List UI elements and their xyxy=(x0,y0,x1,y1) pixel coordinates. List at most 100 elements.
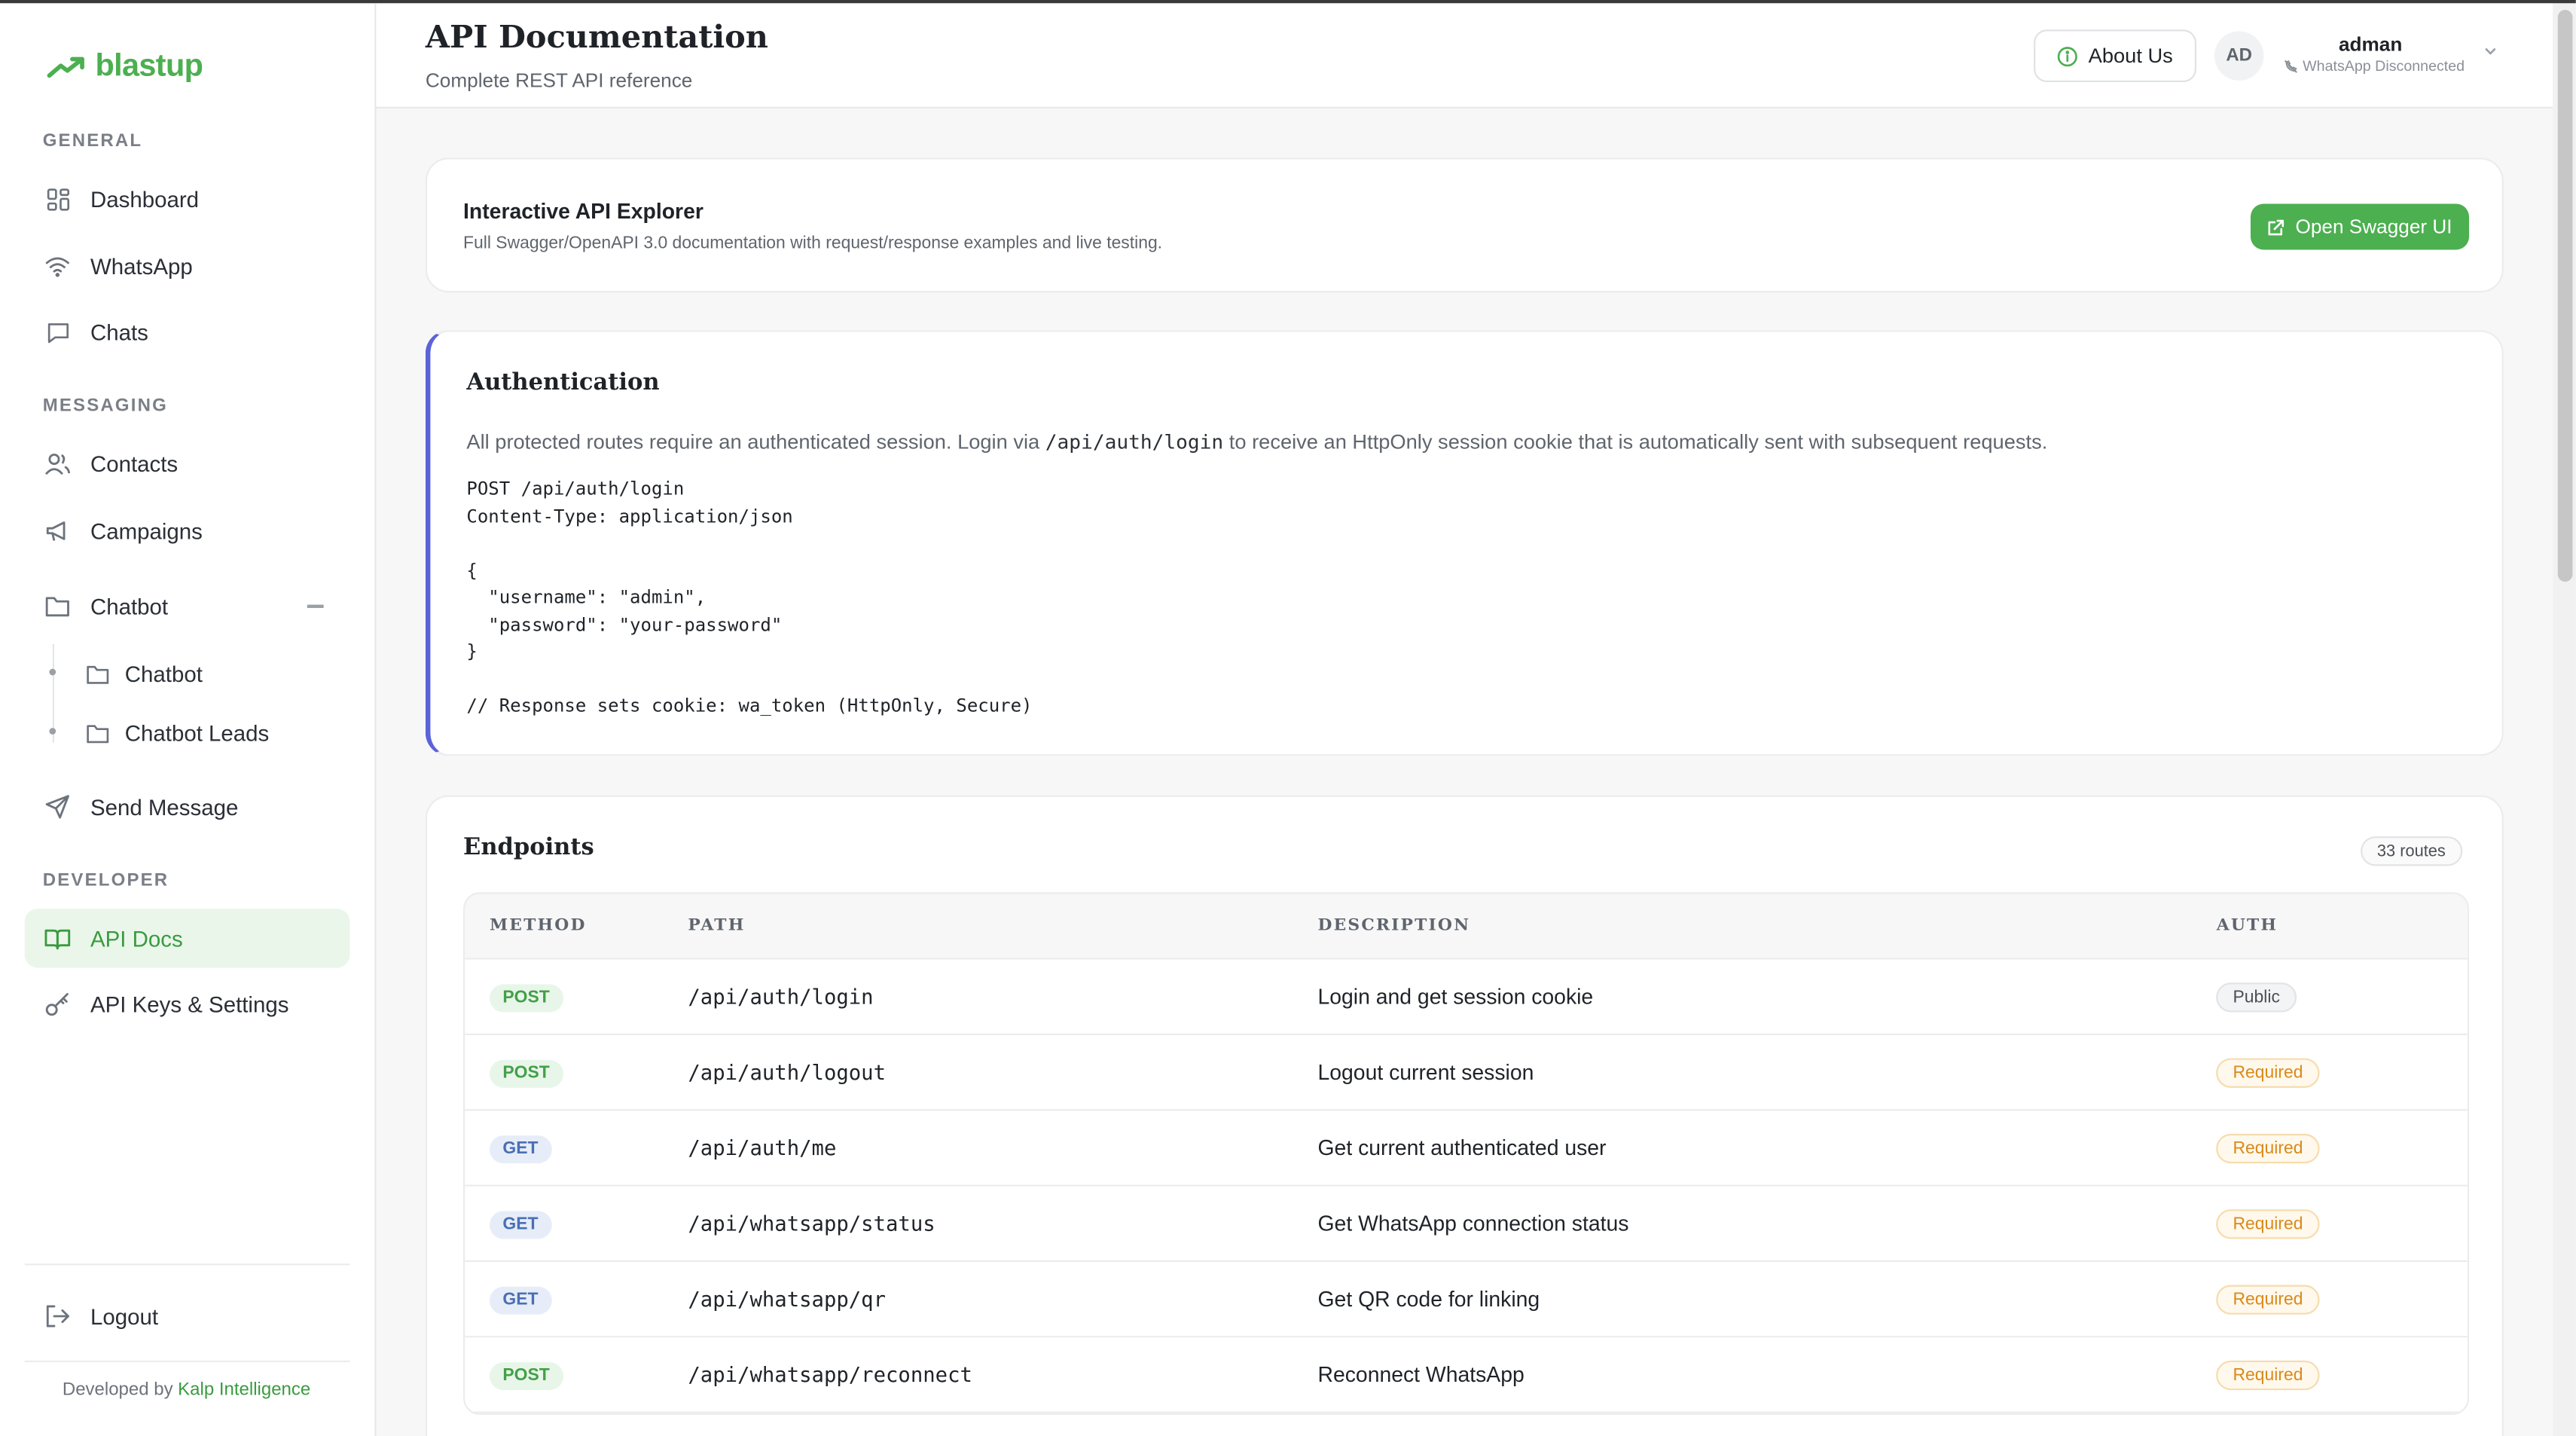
page-header: API Documentation Complete REST API refe… xyxy=(376,3,2553,108)
endpoint-path: /api/whatsapp/status xyxy=(688,1211,935,1236)
sidebar-item-api-keys[interactable]: API Keys & Settings xyxy=(25,974,350,1034)
sidebar-item-campaigns[interactable]: Campaigns xyxy=(25,501,350,561)
auth-badge: Required xyxy=(2216,1360,2320,1391)
method-badge: POST xyxy=(489,983,563,1012)
connection-status: WhatsApp Disconnected xyxy=(2278,57,2469,74)
endpoint-path: /api/auth/logout xyxy=(688,1059,887,1085)
col-header-method: METHOD xyxy=(489,916,587,935)
send-icon xyxy=(44,793,71,820)
user-name[interactable]: adman xyxy=(2278,33,2462,57)
sidebar-subitem-chatbot-leads[interactable]: Chatbot Leads xyxy=(85,710,269,756)
sidebar-divider xyxy=(24,1360,350,1363)
table-header: METHOD PATH DESCRIPTION AUTH xyxy=(465,894,2468,960)
endpoints-title: Endpoints xyxy=(463,834,594,861)
about-us-button[interactable]: About Us xyxy=(2034,29,2196,83)
table-row: POST /api/auth/logout Logout current ses… xyxy=(465,1035,2468,1111)
explorer-title: Interactive API Explorer xyxy=(463,198,704,224)
endpoints-card: Endpoints 33 routes METHOD PATH DESCRIPT… xyxy=(425,795,2504,1436)
sidebar-divider xyxy=(24,1263,350,1266)
book-open-icon xyxy=(44,925,71,952)
method-badge: GET xyxy=(489,1135,551,1163)
folder-icon xyxy=(87,665,109,683)
avatar[interactable]: AD xyxy=(2214,31,2264,81)
auth-desc-code: /api/auth/login xyxy=(1045,430,1224,454)
submenu-dot xyxy=(49,728,56,735)
credit-company-link[interactable]: Kalp Intelligence xyxy=(178,1380,310,1400)
about-us-label: About Us xyxy=(2088,44,2173,68)
logout-icon xyxy=(44,1303,71,1330)
table-row: GET /api/whatsapp/status Get WhatsApp co… xyxy=(465,1186,2468,1263)
table-row: GET /api/auth/me Get current authenticat… xyxy=(465,1111,2468,1187)
collapse-icon[interactable] xyxy=(307,604,324,607)
endpoint-path: /api/whatsapp/qr xyxy=(688,1286,887,1312)
endpoint-description: Get QR code for linking xyxy=(1317,1286,1540,1312)
api-explorer-card: Interactive API Explorer Full Swagger/Op… xyxy=(425,157,2504,293)
sidebar-item-label: API Docs xyxy=(90,925,183,951)
sidebar-item-dashboard[interactable]: Dashboard xyxy=(25,170,350,229)
open-swagger-label: Open Swagger UI xyxy=(2295,215,2452,239)
megaphone-icon xyxy=(44,518,71,544)
endpoint-path: /api/whatsapp/reconnect xyxy=(688,1362,972,1387)
auth-badge: Required xyxy=(2216,1058,2320,1088)
sidebar-item-label: Chats xyxy=(90,319,148,344)
brand-name: blastup xyxy=(95,49,203,84)
section-messaging: MESSAGING xyxy=(42,396,168,416)
sidebar-item-label: Campaigns xyxy=(90,518,203,543)
submenu-dot xyxy=(49,668,56,676)
explorer-description: Full Swagger/OpenAPI 3.0 documentation w… xyxy=(463,233,1163,253)
auth-desc-before: All protected routes require an authenti… xyxy=(466,430,1040,454)
endpoint-description: Get current authenticated user xyxy=(1317,1135,1607,1160)
logout-button[interactable]: Logout xyxy=(25,1287,350,1346)
table-row: POST /api/whatsapp/reconnect Reconnect W… xyxy=(465,1337,2468,1413)
sidebar-item-whatsapp[interactable]: WhatsApp xyxy=(25,237,350,296)
method-badge: GET xyxy=(489,1286,551,1315)
sidebar-item-chatbot[interactable]: Chatbot xyxy=(25,577,350,637)
info-icon xyxy=(2058,46,2078,66)
trend-up-icon xyxy=(47,57,84,78)
sidebar-item-label: API Keys & Settings xyxy=(90,991,289,1016)
table-row: POST /api/auth/login Login and get sessi… xyxy=(465,959,2468,1036)
folder-icon xyxy=(44,593,71,619)
col-header-description: DESCRIPTION xyxy=(1317,916,1471,935)
chevron-down-icon[interactable] xyxy=(2482,43,2498,60)
key-icon xyxy=(44,991,71,1017)
sidebar-item-api-docs[interactable]: API Docs xyxy=(24,909,350,968)
folder-icon xyxy=(87,724,109,743)
auth-badge: Public xyxy=(2216,982,2297,1013)
sidebar-item-chats[interactable]: Chats xyxy=(25,302,350,362)
sidebar-item-label: Contacts xyxy=(90,451,179,476)
page-title: API Documentation xyxy=(425,20,768,57)
sidebar-item-label: WhatsApp xyxy=(90,253,193,279)
page-subtitle: Complete REST API reference xyxy=(425,69,693,93)
app-root: blastup GENERAL Dashboard WhatsApp Chats… xyxy=(0,0,2576,1436)
auth-badge: Required xyxy=(2216,1209,2320,1239)
sidebar: blastup GENERAL Dashboard WhatsApp Chats… xyxy=(0,3,377,1436)
phone-off-icon xyxy=(2284,59,2297,72)
authentication-card: Authentication All protected routes requ… xyxy=(425,330,2504,756)
sidebar-subitem-chatbot[interactable]: Chatbot xyxy=(85,651,203,697)
endpoint-description: Reconnect WhatsApp xyxy=(1317,1362,1525,1387)
endpoints-table: METHOD PATH DESCRIPTION AUTH POST /api/a… xyxy=(463,892,2470,1415)
endpoint-path: /api/auth/me xyxy=(688,1135,837,1160)
col-header-auth: AUTH xyxy=(2216,916,2278,935)
wifi-icon xyxy=(44,253,71,280)
sidebar-item-label: Dashboard xyxy=(90,186,200,212)
logout-label: Logout xyxy=(90,1303,159,1329)
brand-logo[interactable]: blastup xyxy=(46,49,203,85)
authentication-description: All protected routes require an authenti… xyxy=(466,430,2047,454)
endpoint-path: /api/auth/login xyxy=(688,984,874,1010)
sidebar-item-label: Send Message xyxy=(90,794,239,820)
external-link-icon xyxy=(2269,218,2285,235)
section-general: GENERAL xyxy=(42,131,143,151)
sidebar-item-send-message[interactable]: Send Message xyxy=(25,778,350,837)
sidebar-item-label: Chatbot xyxy=(90,594,169,619)
open-swagger-button[interactable]: Open Swagger UI xyxy=(2250,203,2470,250)
auth-desc-after: to receive an HttpOnly session cookie th… xyxy=(1228,430,2048,454)
sidebar-item-contacts[interactable]: Contacts xyxy=(25,434,350,493)
method-badge: GET xyxy=(489,1210,551,1239)
developer-credit: Developed by Kalp Intelligence xyxy=(63,1380,310,1400)
routes-count-badge: 33 routes xyxy=(2361,836,2462,866)
table-row: GET /api/whatsapp/qr Get QR code for lin… xyxy=(465,1262,2468,1338)
section-developer: DEVELOPER xyxy=(42,870,169,891)
page-scrollbar-thumb[interactable] xyxy=(2557,10,2573,582)
